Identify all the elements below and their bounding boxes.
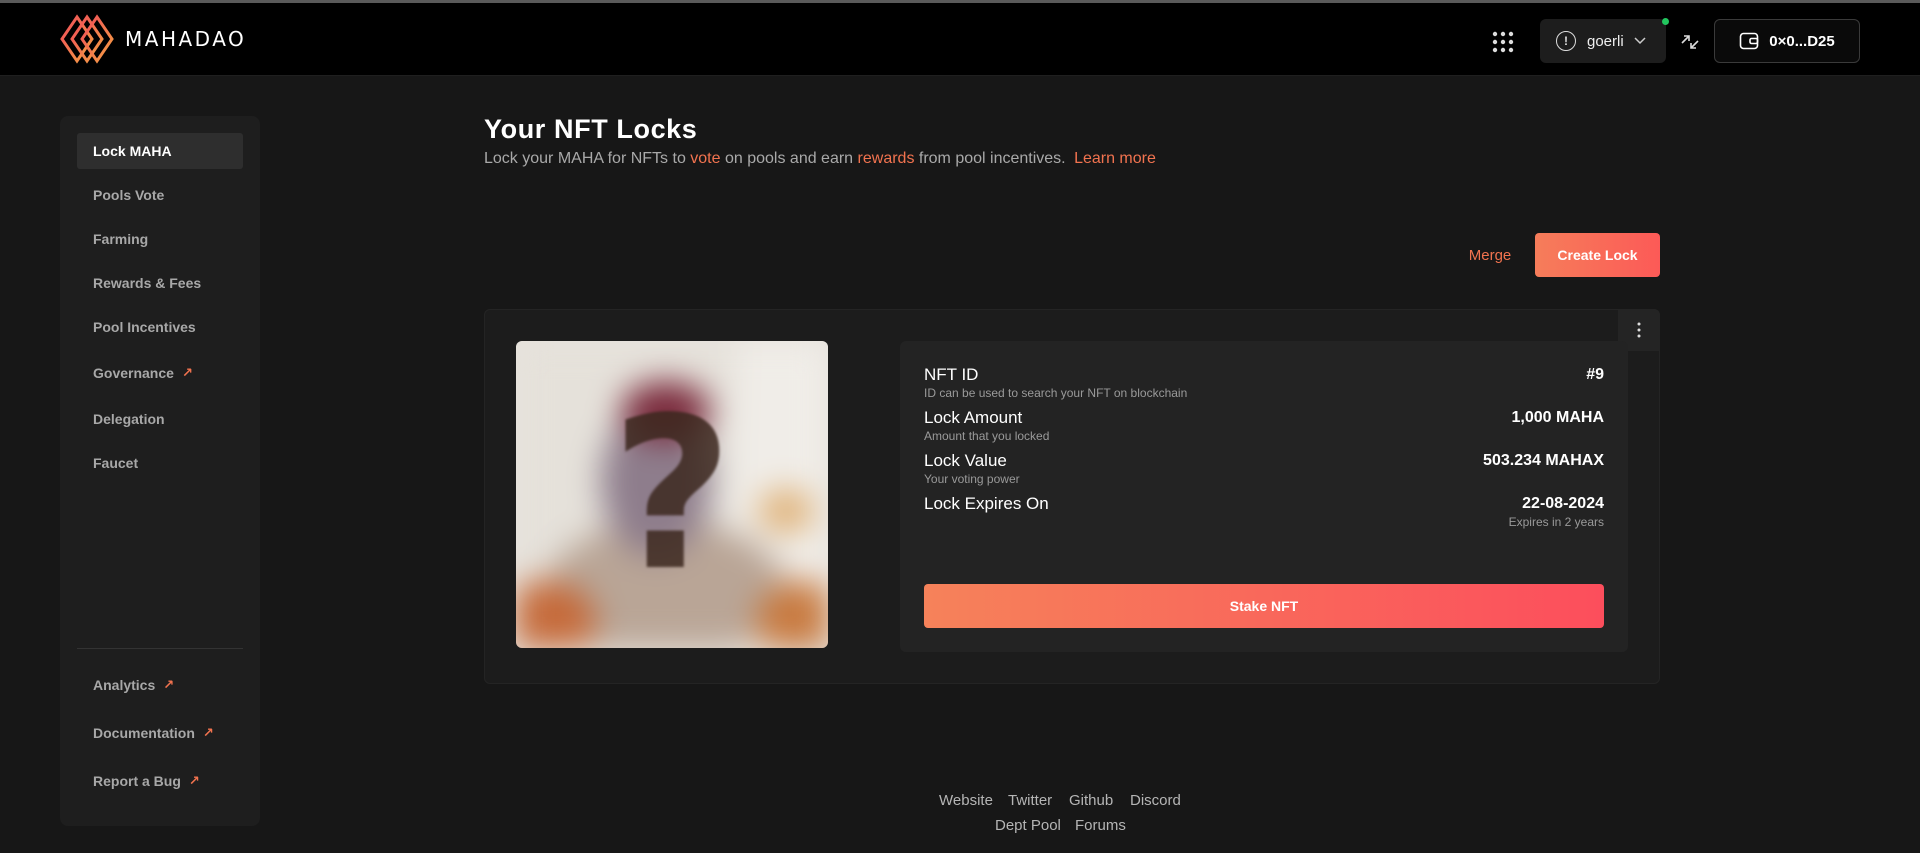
sidebar-item-pool-incentives[interactable]: Pool Incentives [77,309,243,345]
brand-name: MAHADAO [125,27,247,51]
sidebar-item-label: Report a Bug [93,773,181,789]
warning-icon: ! [1556,31,1576,51]
learn-more-link[interactable]: Learn more [1074,150,1156,167]
sidebar-item-pools-vote[interactable]: Pools Vote [77,177,243,213]
sidebar-item-label: Lock MAHA [93,143,172,159]
footer-link-github[interactable]: Github [1069,792,1113,809]
lock-amount-value: 1,000 MAHA [1511,409,1604,426]
page-subtitle: Lock your MAHA for NFTs to vote on pools… [484,150,1156,168]
mahadao-logo[interactable]: MAHADAO [59,14,246,64]
sidebar-item-documentation[interactable]: Documentation ↗ [77,715,243,751]
lock-amount-help: Amount that you locked [924,429,1050,443]
sidebar: Lock MAHA Pools Vote Farming Rewards & F… [60,116,260,826]
sidebar-item-label: Analytics [93,677,156,693]
external-link-icon: ↗ [181,365,193,380]
apps-grid-button[interactable] [1492,31,1514,53]
sidebar-item-label: Farming [93,231,149,247]
lock-amount-label: Lock Amount [924,408,1023,427]
footer-link-discord[interactable]: Discord [1130,792,1181,809]
sidebar-item-rewards-fees[interactable]: Rewards & Fees [77,265,243,301]
sidebar-item-label: Pool Incentives [93,319,196,335]
lock-expires-value: 22-08-2024 [1522,495,1604,512]
stake-nft-button[interactable]: Stake NFT [924,584,1604,628]
sidebar-item-label: Faucet [93,455,139,471]
nft-image: ? [516,341,828,648]
wallet-address: 0×0...D25 [1769,32,1835,50]
merge-button[interactable]: Merge [1462,233,1518,277]
sidebar-item-report-bug[interactable]: Report a Bug ↗ [77,763,243,799]
nft-id-value: #9 [1586,366,1604,383]
external-link-icon: ↗ [202,725,214,740]
chevron-down-icon [1634,37,1646,45]
external-link-icon: ↗ [188,773,200,788]
lock-expires-help: Expires in 2 years [1508,515,1604,529]
footer-link-website[interactable]: Website [939,792,993,809]
sidebar-item-label: Governance [93,365,174,381]
nft-id-help: ID can be used to search your NFT on blo… [924,386,1188,400]
footer-link-dept-pool[interactable]: Dept Pool [995,817,1061,834]
sidebar-item-label: Delegation [93,411,165,427]
kebab-menu-icon [1637,322,1641,338]
nft-id-label: NFT ID [924,365,979,384]
lock-value-help: Your voting power [924,472,1020,486]
sidebar-item-analytics[interactable]: Analytics ↗ [77,667,243,703]
sidebar-item-governance[interactable]: Governance ↗ [77,355,243,391]
page-title: Your NFT Locks [484,114,698,144]
grid-icon [1492,31,1514,53]
subtitle-text: Lock your MAHA for NFTs to [484,150,691,167]
footer-link-twitter[interactable]: Twitter [1008,792,1052,809]
sidebar-item-lock-maha[interactable]: Lock MAHA [77,133,243,169]
sidebar-divider [77,648,243,649]
wallet-icon [1739,32,1759,50]
create-lock-button[interactable]: Create Lock [1535,233,1660,277]
lock-value-label: Lock Value [924,451,1007,470]
network-label: goerli [1587,32,1624,50]
swap-button[interactable] [1679,31,1701,53]
sidebar-item-label: Documentation [93,725,195,741]
network-selector[interactable]: ! goerli [1540,19,1666,63]
sidebar-item-delegation[interactable]: Delegation [77,401,243,437]
rewards-link[interactable]: rewards [858,150,915,167]
footer-link-forums[interactable]: Forums [1075,817,1126,834]
sidebar-item-faucet[interactable]: Faucet [77,445,243,481]
external-link-icon: ↗ [163,677,175,692]
wallet-button[interactable]: 0×0...D25 [1714,19,1860,63]
lock-expires-label: Lock Expires On [924,494,1049,513]
connection-status-dot [1662,18,1669,25]
sidebar-item-label: Pools Vote [93,187,165,203]
question-mark-icon: ? [611,372,733,617]
mahadao-logo-icon [60,14,114,64]
sidebar-item-label: Rewards & Fees [93,275,202,291]
top-bar: MAHADAO ! goerli 0×0...D25 [0,3,1920,76]
subtitle-text: from pool incentives. [914,150,1071,167]
subtitle-text: on pools and earn [720,150,858,167]
lock-value-value: 503.234 MAHAX [1483,452,1604,469]
sidebar-item-farming[interactable]: Farming [77,221,243,257]
vote-link[interactable]: vote [690,150,720,167]
swap-arrows-icon [1681,35,1699,49]
